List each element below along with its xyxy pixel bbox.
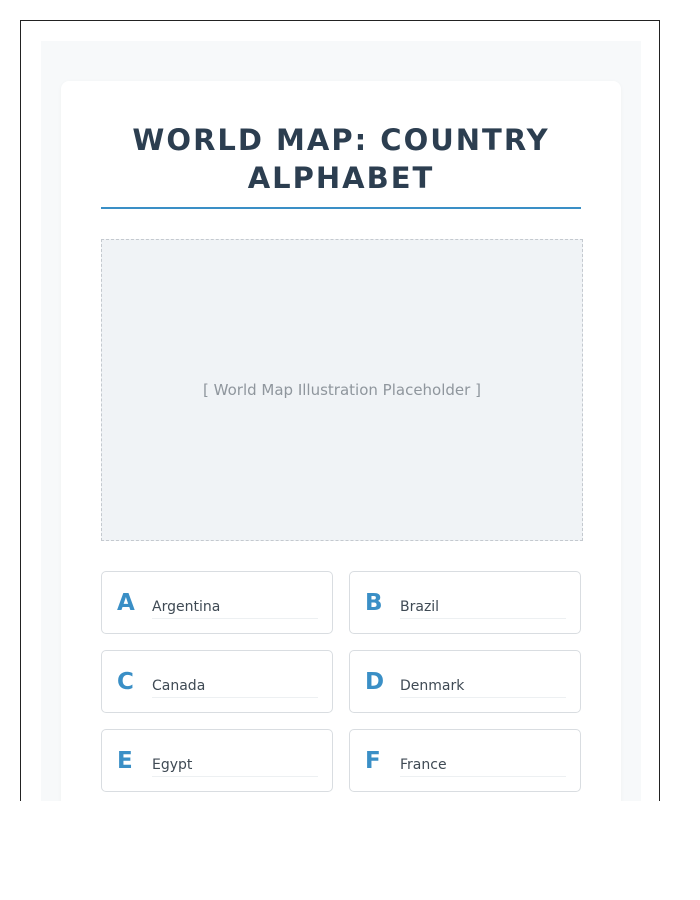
country-tile-e: E Egypt <box>101 729 333 792</box>
country-name: Brazil <box>400 598 566 619</box>
country-letter: C <box>117 669 134 695</box>
country-letter: D <box>365 669 385 695</box>
country-letter: F <box>365 748 381 774</box>
page-frame: World Map: Country Alphabet [ World Map … <box>20 20 660 801</box>
country-letter: E <box>117 748 133 774</box>
country-tile-c: C Canada <box>101 650 333 713</box>
map-placeholder-text: [ World Map Illustration Placeholder ] <box>203 381 481 399</box>
country-tile-d: D Denmark <box>349 650 581 713</box>
country-name: Egypt <box>152 756 318 777</box>
country-grid: A Argentina B Brazil C Canada D Denmark … <box>101 571 581 792</box>
country-name: Canada <box>152 677 318 698</box>
page-background: World Map: Country Alphabet [ World Map … <box>41 41 641 801</box>
country-letter: A <box>117 590 135 616</box>
country-name: France <box>400 756 566 777</box>
country-tile-f: F France <box>349 729 581 792</box>
country-name: Argentina <box>152 598 318 619</box>
country-name: Denmark <box>400 677 566 698</box>
country-letter: B <box>365 590 383 616</box>
country-tile-a: A Argentina <box>101 571 333 634</box>
page-title: World Map: Country Alphabet <box>132 123 550 195</box>
country-tile-b: B Brazil <box>349 571 581 634</box>
world-map-placeholder: [ World Map Illustration Placeholder ] <box>101 239 583 541</box>
worksheet-card: World Map: Country Alphabet [ World Map … <box>61 81 621 801</box>
title-underline <box>101 207 581 209</box>
